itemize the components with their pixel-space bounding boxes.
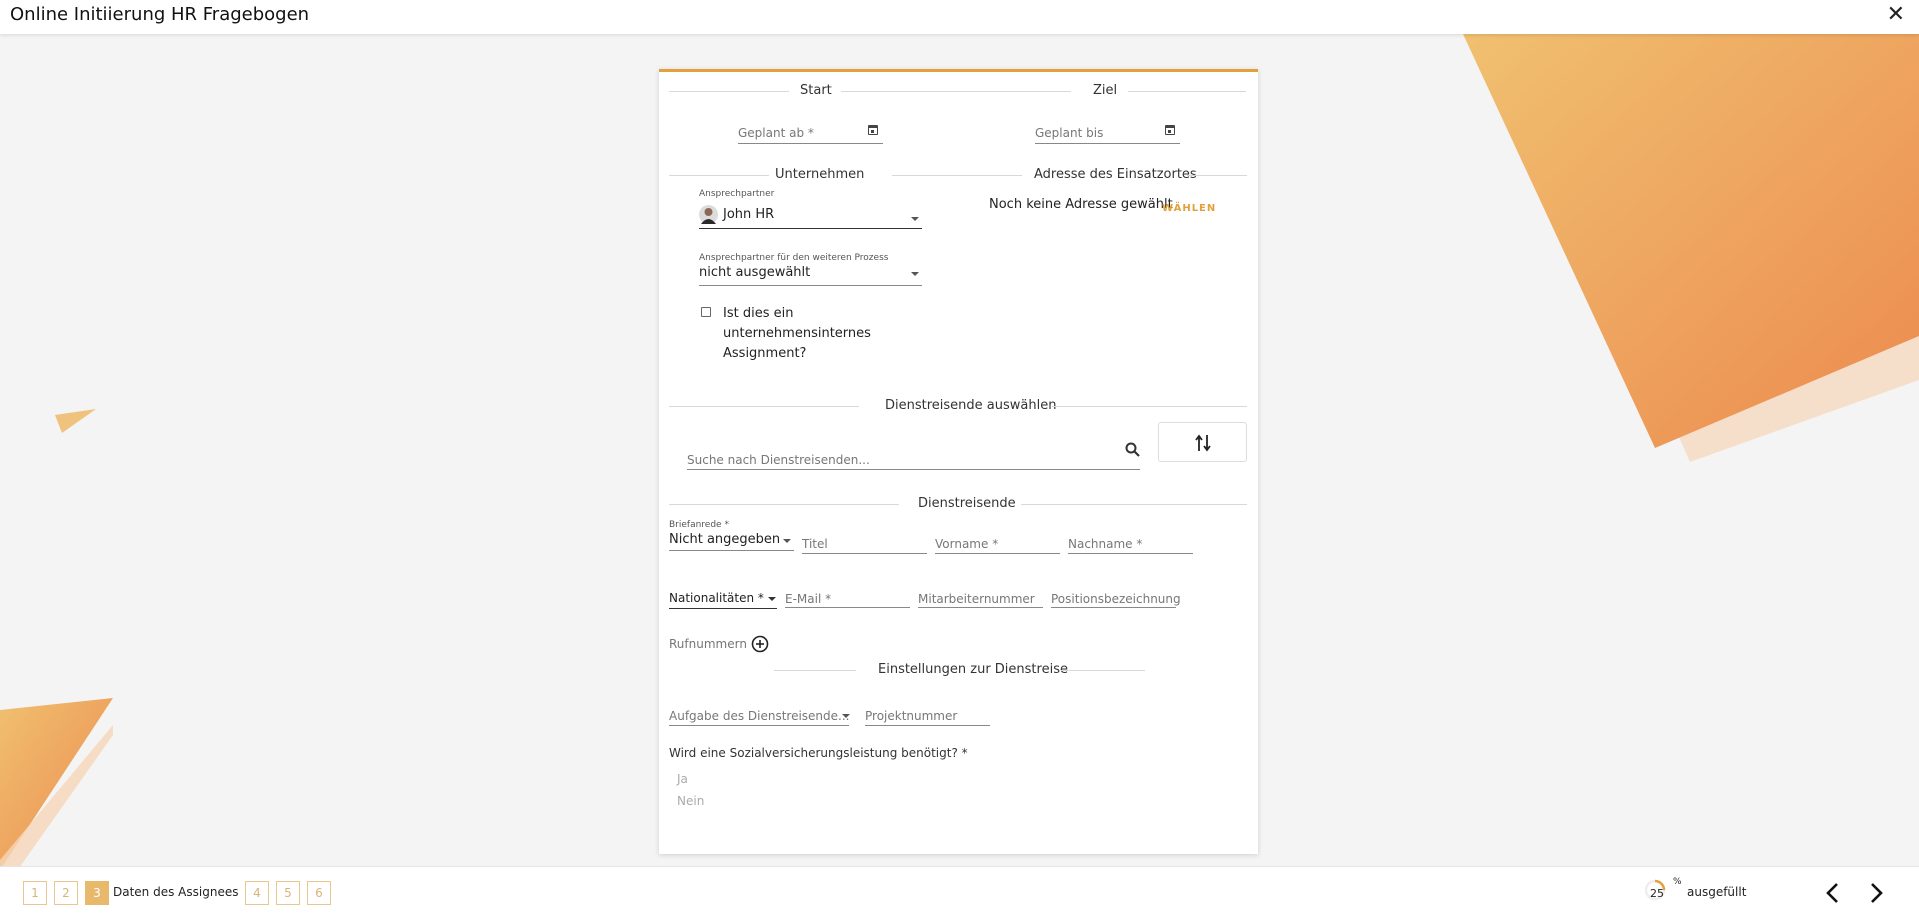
close-icon[interactable]: ✕ bbox=[1887, 4, 1905, 26]
chevron-down-icon bbox=[768, 597, 776, 601]
option-nein[interactable]: Nein bbox=[677, 794, 704, 808]
employee-number-placeholder: Mitarbeiternummer bbox=[918, 592, 1035, 606]
section-divider bbox=[1128, 91, 1246, 92]
step-6[interactable]: 6 bbox=[307, 881, 331, 905]
section-divider bbox=[1061, 670, 1145, 671]
active-step-label: Daten des Assignees bbox=[113, 885, 239, 899]
internal-assignment-label-line1: Ist dies ein bbox=[723, 306, 794, 321]
location-empty-text: Noch keine Adresse gewählt bbox=[989, 197, 1173, 212]
salutation-value: Nicht angegeben bbox=[669, 532, 781, 547]
social-insurance-question: Wird eine Sozialversicherungsleistung be… bbox=[669, 746, 968, 760]
internal-assignment-label-line3: Assignment? bbox=[723, 346, 807, 361]
avatar bbox=[699, 205, 718, 224]
phone-numbers-label: Rufnummern bbox=[669, 637, 747, 651]
section-divider bbox=[669, 175, 769, 176]
field-underline bbox=[1035, 143, 1180, 144]
chevron-right-icon[interactable] bbox=[1864, 881, 1888, 905]
contact-further-label: Ansprechpartner für den weiteren Prozess bbox=[699, 253, 889, 263]
chevron-down-icon bbox=[783, 539, 791, 543]
window-title: Online Initiierung HR Fragebogen bbox=[10, 4, 310, 25]
choose-address-button[interactable]: WÄHLEN bbox=[1162, 203, 1216, 214]
internal-assignment-label-line2: unternehmensinternes bbox=[723, 326, 871, 341]
calendar-icon[interactable] bbox=[1165, 125, 1175, 135]
step-3[interactable]: 3 bbox=[85, 881, 109, 905]
section-title-company: Unternehmen bbox=[775, 167, 865, 182]
section-title-ziel: Ziel bbox=[1093, 83, 1118, 98]
search-icon[interactable] bbox=[1125, 442, 1140, 457]
chevron-left-icon[interactable] bbox=[1821, 881, 1845, 905]
contact-label: Ansprechpartner bbox=[699, 189, 775, 199]
section-title-traveler-select: Dienstreisende auswählen bbox=[885, 398, 1057, 413]
field-underline bbox=[738, 143, 883, 144]
swap-vertical-icon bbox=[1195, 434, 1211, 452]
chevron-down-icon bbox=[842, 714, 850, 718]
progress-value: 25 bbox=[1650, 887, 1664, 900]
form-card: Start Ziel Geplant ab * Geplant bis Unte… bbox=[659, 69, 1258, 854]
section-divider bbox=[892, 175, 1022, 176]
option-ja[interactable]: Ja bbox=[677, 772, 688, 786]
planned-to-placeholder: Geplant bis bbox=[1035, 126, 1104, 140]
project-number-placeholder: Projektnummer bbox=[865, 709, 958, 723]
last-name-placeholder: Nachname * bbox=[1068, 537, 1143, 551]
step-4[interactable]: 4 bbox=[245, 881, 269, 905]
step-1[interactable]: 1 bbox=[23, 881, 47, 905]
section-title-traveler: Dienstreisende bbox=[918, 496, 1016, 511]
footer-bar: 1 2 3 Daten des Assignees 4 5 6 25 % aus… bbox=[0, 866, 1919, 916]
field-underline bbox=[687, 469, 1140, 470]
chevron-down-icon bbox=[911, 272, 919, 276]
field-underline bbox=[935, 553, 1060, 554]
section-divider bbox=[669, 91, 789, 92]
task-placeholder: Aufgabe des Dienstreisende... bbox=[669, 709, 850, 723]
contact-value: John HR bbox=[723, 207, 775, 222]
window-titlebar: Online Initiierung HR Fragebogen ✕ bbox=[0, 0, 1919, 34]
planned-from-placeholder: Geplant ab * bbox=[738, 126, 814, 140]
add-circle-icon[interactable] bbox=[751, 635, 769, 653]
email-placeholder: E-Mail * bbox=[785, 592, 832, 606]
field-underline bbox=[918, 607, 1043, 608]
section-divider bbox=[669, 406, 859, 407]
calendar-icon[interactable] bbox=[868, 125, 878, 135]
step-5[interactable]: 5 bbox=[276, 881, 300, 905]
chevron-down-icon bbox=[911, 217, 919, 221]
field-underline bbox=[1051, 607, 1176, 608]
section-divider bbox=[1052, 406, 1247, 407]
swap-button[interactable] bbox=[1158, 422, 1247, 462]
traveler-search-placeholder: Suche nach Dienstreisenden... bbox=[687, 453, 870, 467]
section-divider bbox=[841, 91, 1071, 92]
section-divider bbox=[774, 670, 856, 671]
field-underline bbox=[1068, 553, 1193, 554]
section-divider bbox=[1021, 504, 1247, 505]
section-divider bbox=[669, 504, 899, 505]
field-underline bbox=[865, 725, 990, 726]
internal-assignment-checkbox[interactable] bbox=[701, 307, 711, 317]
section-title-trip-settings: Einstellungen zur Dienstreise bbox=[878, 662, 1068, 677]
section-divider bbox=[1187, 175, 1247, 176]
field-underline bbox=[669, 608, 777, 609]
section-title-start: Start bbox=[800, 83, 832, 98]
field-underline bbox=[802, 553, 927, 554]
field-underline bbox=[699, 228, 922, 229]
field-underline bbox=[699, 285, 922, 286]
field-underline bbox=[669, 550, 794, 551]
contact-further-value: nicht ausgewählt bbox=[699, 265, 811, 280]
step-2[interactable]: 2 bbox=[54, 881, 78, 905]
title-field-placeholder: Titel bbox=[802, 537, 828, 551]
salutation-label: Briefanrede * bbox=[669, 520, 729, 530]
first-name-placeholder: Vorname * bbox=[935, 537, 999, 551]
field-underline bbox=[669, 725, 849, 726]
nationalities-placeholder: Nationalitäten * bbox=[669, 591, 764, 605]
section-title-location: Adresse des Einsatzortes bbox=[1034, 167, 1197, 182]
field-underline bbox=[785, 607, 910, 608]
position-placeholder: Positionsbezeichnung bbox=[1051, 592, 1181, 606]
progress-text: ausgefüllt bbox=[1687, 885, 1747, 899]
progress-unit: % bbox=[1673, 877, 1682, 887]
